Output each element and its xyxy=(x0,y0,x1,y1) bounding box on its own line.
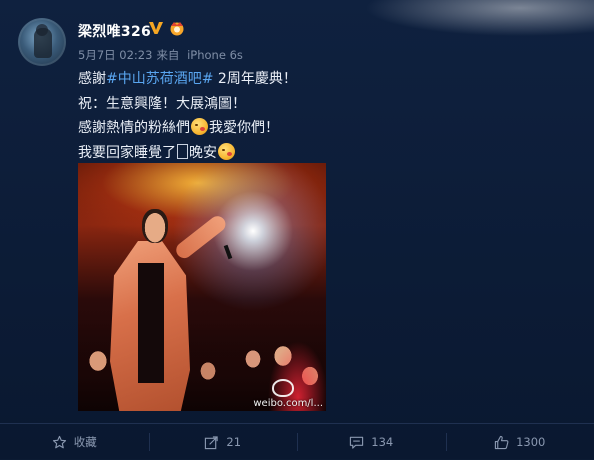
username-link[interactable]: 梁烈唯326 xyxy=(78,21,151,41)
blowing-kiss-emoji-icon xyxy=(191,118,208,135)
star-icon xyxy=(52,435,67,450)
microphone xyxy=(224,245,233,260)
blowing-kiss-emoji-icon xyxy=(218,143,235,160)
favorite-label: 收藏 xyxy=(74,434,97,450)
weibo-logo-icon xyxy=(272,379,294,397)
post-line-4: 我要回家睡覺了晚安 xyxy=(78,141,558,166)
post-source[interactable]: iPhone 6s xyxy=(187,48,243,62)
share-arrow-icon xyxy=(204,435,219,450)
post-timestamp[interactable]: 5月7日 02:23 xyxy=(78,48,152,62)
source-prefix: 来自 xyxy=(156,48,179,62)
post-body: 感謝#中山苏荷酒吧# 2周年慶典！ 祝：生意興隆！大展鴻圖！ 感謝熱情的粉絲們我… xyxy=(78,67,558,165)
hashtag-link[interactable]: #中山苏荷酒吧# xyxy=(106,71,213,87)
line1-prefix: 感謝 xyxy=(78,71,106,87)
like-count: 1300 xyxy=(516,435,545,449)
repost-count: 21 xyxy=(226,435,241,449)
line3-prefix: 感謝熱情的粉絲們 xyxy=(78,120,190,136)
missing-glyph-box xyxy=(177,144,188,159)
post-line-1: 感謝#中山苏荷酒吧# 2周年慶典！ xyxy=(78,67,558,92)
line3-suffix: 我愛你們！ xyxy=(209,120,279,136)
action-bar: 收藏 21 134 1300 xyxy=(0,423,594,460)
performer-head xyxy=(142,209,168,243)
repost-button[interactable]: 21 xyxy=(149,424,298,460)
comment-count: 134 xyxy=(371,435,393,449)
like-button[interactable]: 1300 xyxy=(446,424,594,460)
line4-suffix: 晚安 xyxy=(189,145,217,161)
post-line-2: 祝：生意興隆！大展鴻圖！ xyxy=(78,92,558,117)
line4-prefix: 我要回家睡覺了 xyxy=(78,145,176,161)
comment-bubble-icon xyxy=(349,435,364,450)
post-image[interactable]: weibo.com/l... xyxy=(78,163,326,411)
post-line-3: 感謝熱情的粉絲們 我愛你們！ xyxy=(78,116,558,141)
performer-arm xyxy=(173,213,229,261)
performer-shirt xyxy=(138,263,164,383)
weibo-post-card: 梁烈唯326 5月7日 02:23 来自 iPhone 6s 感謝#中山苏荷酒吧#… xyxy=(0,0,594,459)
post-meta: 5月7日 02:23 来自 iPhone 6s xyxy=(78,47,247,63)
verified-v-badge-icon[interactable] xyxy=(148,20,164,36)
line1-suffix: 2周年慶典！ xyxy=(213,71,296,87)
thumbs-up-icon xyxy=(494,435,509,450)
image-watermark: weibo.com/l... xyxy=(253,398,323,409)
comment-button[interactable]: 134 xyxy=(297,424,446,460)
favorite-button[interactable]: 收藏 xyxy=(0,424,149,460)
avatar[interactable] xyxy=(18,18,66,66)
vip-crown-icon[interactable] xyxy=(167,20,187,36)
avatar-figure xyxy=(34,28,52,58)
